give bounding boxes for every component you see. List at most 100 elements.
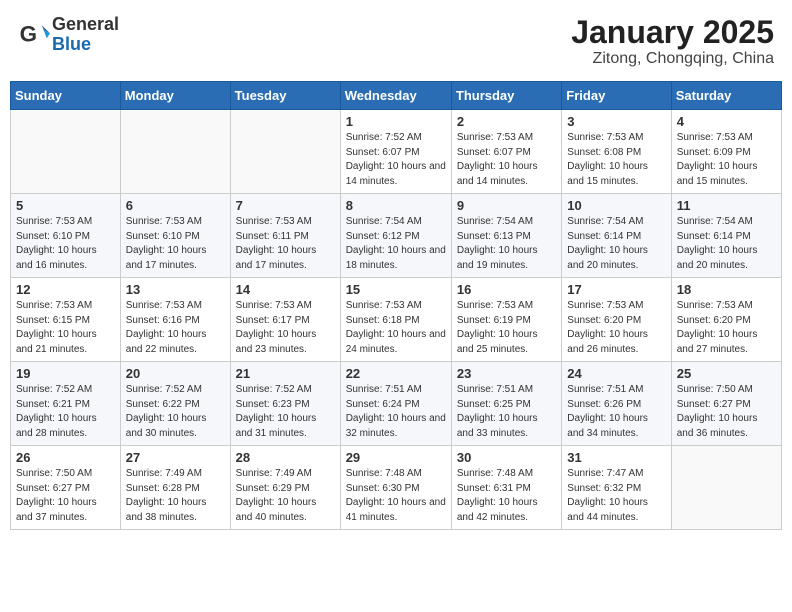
calendar-cell: 25 Sunrise: 7:50 AM Sunset: 6:27 PM Dayli… [671,362,781,446]
calendar-cell [11,110,121,194]
day-info: Sunrise: 7:53 AM Sunset: 6:08 PM Dayligh… [567,131,665,189]
day-number: 11 [677,198,776,213]
calendar-cell: 19 Sunrise: 7:52 AM Sunset: 6:21 PM Dayli… [11,362,121,446]
day-info: Sunrise: 7:53 AM Sunset: 6:10 PM Dayligh… [16,215,115,273]
day-info: Sunrise: 7:53 AM Sunset: 6:09 PM Dayligh… [677,131,776,189]
day-info: Sunrise: 7:53 AM Sunset: 6:10 PM Dayligh… [126,215,225,273]
calendar-cell: 7 Sunrise: 7:53 AM Sunset: 6:11 PM Daylig… [230,194,340,278]
day-info: Sunrise: 7:52 AM Sunset: 6:21 PM Dayligh… [16,383,115,441]
logo-general: General [52,15,119,35]
day-info: Sunrise: 7:53 AM Sunset: 6:20 PM Dayligh… [567,299,665,357]
location: Zitong, Chongqing, China [571,50,774,68]
day-info: Sunrise: 7:51 AM Sunset: 6:25 PM Dayligh… [457,383,556,441]
calendar-cell [230,110,340,194]
day-info: Sunrise: 7:53 AM Sunset: 6:17 PM Dayligh… [236,299,335,357]
day-number: 12 [16,282,115,297]
calendar-cell: 10Sunrise: 7:54 AM Sunset: 6:14 PM Dayli… [562,194,671,278]
day-number: 6 [126,198,225,213]
day-info: Sunrise: 7:54 AM Sunset: 6:14 PM Dayligh… [677,215,776,273]
day-info: Sunrise: 7:53 AM Sunset: 6:20 PM Dayligh… [677,299,776,357]
day-number: 16 [457,282,556,297]
day-header-wednesday: Wednesday [340,82,451,110]
day-info: Sunrise: 7:54 AM Sunset: 6:14 PM Dayligh… [567,215,665,273]
svg-text:G: G [20,21,37,46]
page-header: G General Blue January 2025 Zitong, Chon… [10,10,782,73]
calendar-cell: 13Sunrise: 7:53 AM Sunset: 6:16 PM Dayli… [120,278,230,362]
day-info: Sunrise: 7:52 AM Sunset: 6:07 PM Dayligh… [346,131,446,189]
calendar-cell: 2Sunrise: 7:53 AM Sunset: 6:07 PM Daylig… [451,110,561,194]
title-block: January 2025 Zitong, Chongqing, China [571,15,774,68]
month-title: January 2025 [571,15,774,50]
day-number: 21 [236,366,335,381]
day-number: 20 [126,366,225,381]
week-row-1: 1Sunrise: 7:52 AM Sunset: 6:07 PM Daylig… [11,110,782,194]
calendar-cell: 31Sunrise: 7:47 AM Sunset: 6:32 PM Dayli… [562,446,671,530]
day-info: Sunrise: 7:53 AM Sunset: 6:19 PM Dayligh… [457,299,556,357]
calendar-cell: 23Sunrise: 7:51 AM Sunset: 6:25 PM Dayli… [451,362,561,446]
day-info: Sunrise: 7:48 AM Sunset: 6:30 PM Dayligh… [346,467,446,525]
day-number: 18 [677,282,776,297]
day-info: Sunrise: 7:50 AM Sunset: 6:27 PM Dayligh… [16,467,115,525]
calendar-cell: 17 Sunrise: 7:53 AM Sunset: 6:20 PM Dayli… [562,278,671,362]
calendar-header-row: SundayMondayTuesdayWednesdayThursdayFrid… [11,82,782,110]
calendar-cell: 18 Sunrise: 7:53 AM Sunset: 6:20 PM Dayli… [671,278,781,362]
day-info: Sunrise: 7:51 AM Sunset: 6:24 PM Dayligh… [346,383,446,441]
day-number: 26 [16,450,115,465]
day-info: Sunrise: 7:54 AM Sunset: 6:13 PM Dayligh… [457,215,556,273]
week-row-2: 5Sunrise: 7:53 AM Sunset: 6:10 PM Daylig… [11,194,782,278]
calendar-cell: 30 Sunrise: 7:48 AM Sunset: 6:31 PM Dayli… [451,446,561,530]
calendar-cell: 11 Sunrise: 7:54 AM Sunset: 6:14 PM Dayli… [671,194,781,278]
day-number: 9 [457,198,556,213]
day-number: 2 [457,114,556,129]
logo-icon: G [18,19,50,51]
calendar-cell: 9 Sunrise: 7:54 AM Sunset: 6:13 PM Daylig… [451,194,561,278]
day-header-friday: Friday [562,82,671,110]
day-number: 24 [567,366,665,381]
calendar-cell [671,446,781,530]
day-number: 3 [567,114,665,129]
day-number: 15 [346,282,446,297]
logo-blue: Blue [52,35,119,55]
day-number: 13 [126,282,225,297]
day-number: 8 [346,198,446,213]
day-info: Sunrise: 7:52 AM Sunset: 6:23 PM Dayligh… [236,383,335,441]
calendar-cell: 12 Sunrise: 7:53 AM Sunset: 6:15 PM Dayli… [11,278,121,362]
day-info: Sunrise: 7:50 AM Sunset: 6:27 PM Dayligh… [677,383,776,441]
calendar-cell: 24 Sunrise: 7:51 AM Sunset: 6:26 PM Dayli… [562,362,671,446]
calendar-cell: 15 Sunrise: 7:53 AM Sunset: 6:18 PM Dayli… [340,278,451,362]
day-number: 4 [677,114,776,129]
calendar-cell: 28Sunrise: 7:49 AM Sunset: 6:29 PM Dayli… [230,446,340,530]
day-number: 19 [16,366,115,381]
day-number: 14 [236,282,335,297]
day-info: Sunrise: 7:51 AM Sunset: 6:26 PM Dayligh… [567,383,665,441]
day-number: 27 [126,450,225,465]
calendar-cell [120,110,230,194]
day-number: 30 [457,450,556,465]
calendar-cell: 29Sunrise: 7:48 AM Sunset: 6:30 PM Dayli… [340,446,451,530]
calendar-cell: 4 Sunrise: 7:53 AM Sunset: 6:09 PM Daylig… [671,110,781,194]
day-header-tuesday: Tuesday [230,82,340,110]
day-info: Sunrise: 7:49 AM Sunset: 6:28 PM Dayligh… [126,467,225,525]
day-number: 7 [236,198,335,213]
day-info: Sunrise: 7:54 AM Sunset: 6:12 PM Dayligh… [346,215,446,273]
calendar-cell: 3 Sunrise: 7:53 AM Sunset: 6:08 PM Daylig… [562,110,671,194]
logo: G General Blue [18,15,119,55]
day-info: Sunrise: 7:53 AM Sunset: 6:15 PM Dayligh… [16,299,115,357]
day-info: Sunrise: 7:48 AM Sunset: 6:31 PM Dayligh… [457,467,556,525]
day-number: 28 [236,450,335,465]
calendar-cell: 1Sunrise: 7:52 AM Sunset: 6:07 PM Daylig… [340,110,451,194]
day-header-monday: Monday [120,82,230,110]
calendar-cell: 14 Sunrise: 7:53 AM Sunset: 6:17 PM Dayli… [230,278,340,362]
calendar-cell: 20 Sunrise: 7:52 AM Sunset: 6:22 PM Dayli… [120,362,230,446]
day-info: Sunrise: 7:53 AM Sunset: 6:11 PM Dayligh… [236,215,335,273]
day-number: 22 [346,366,446,381]
day-number: 25 [677,366,776,381]
calendar-cell: 5Sunrise: 7:53 AM Sunset: 6:10 PM Daylig… [11,194,121,278]
week-row-3: 12 Sunrise: 7:53 AM Sunset: 6:15 PM Dayli… [11,278,782,362]
week-row-5: 26 Sunrise: 7:50 AM Sunset: 6:27 PM Dayli… [11,446,782,530]
day-header-thursday: Thursday [451,82,561,110]
day-info: Sunrise: 7:47 AM Sunset: 6:32 PM Dayligh… [567,467,665,525]
day-number: 17 [567,282,665,297]
day-info: Sunrise: 7:52 AM Sunset: 6:22 PM Dayligh… [126,383,225,441]
day-info: Sunrise: 7:53 AM Sunset: 6:18 PM Dayligh… [346,299,446,357]
